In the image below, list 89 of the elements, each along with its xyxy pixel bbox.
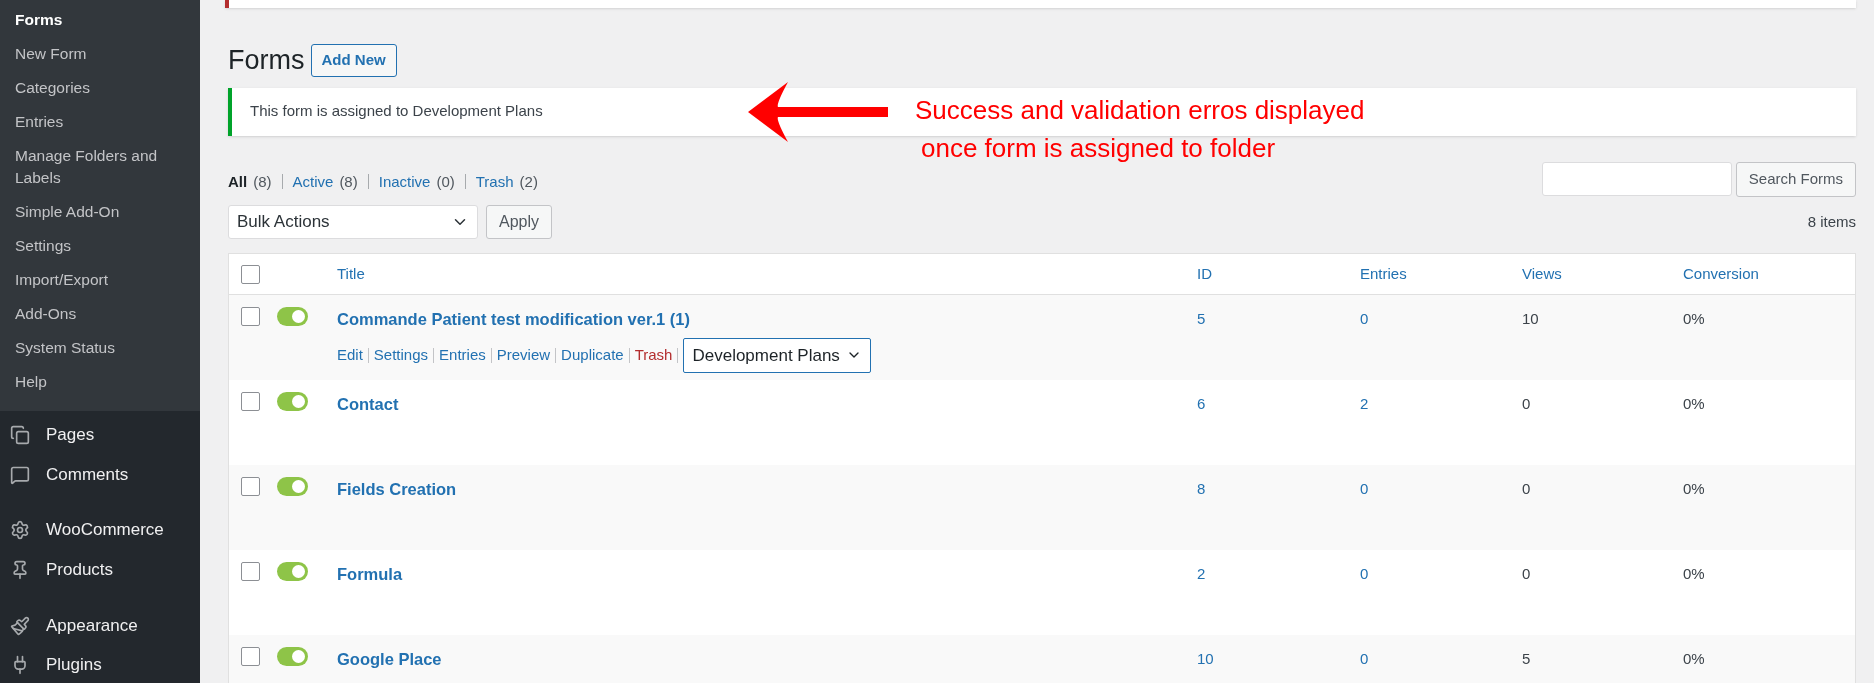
table-cell-text: 0%: [1683, 479, 1706, 499]
column-header[interactable]: Views: [1522, 262, 1562, 286]
search-field[interactable]: [1541, 162, 1732, 196]
checkbox[interactable]: [241, 392, 260, 411]
annotation-text: once form is assigned to folder: [920, 132, 1277, 165]
sidebar-subitem[interactable]: Simple Add-On: [0, 195, 200, 229]
table-cell-text: 0: [1360, 649, 1370, 669]
sidebar-subitem[interactable]: Add-Ons: [0, 297, 200, 331]
table-cell-text: 0%: [1683, 309, 1706, 329]
add-new-button[interactable]: Add New: [310, 43, 397, 77]
filter-link[interactable]: All: [228, 170, 248, 193]
toggle-switch[interactable]: [277, 562, 308, 581]
sidebar-item[interactable]: Comments: [46, 461, 129, 488]
page-title: Forms: [228, 44, 305, 77]
table-cell-text: 2: [1360, 394, 1370, 414]
sidebar-subitem[interactable]: Help: [0, 365, 200, 399]
sidebar-subitem[interactable]: Forms: [0, 3, 200, 37]
filter-link[interactable]: Trash: [475, 170, 514, 193]
column-header[interactable]: Conversion: [1683, 262, 1759, 286]
filter-link[interactable]: Active: [292, 170, 334, 193]
filter-link[interactable]: Inactive: [378, 170, 431, 193]
speech-bubble-icon: [10, 464, 30, 485]
checkbox[interactable]: [241, 477, 260, 496]
table-cell-text: 0%: [1683, 564, 1706, 584]
checkbox[interactable]: [241, 307, 260, 326]
sidebar-subitem[interactable]: System Status: [0, 331, 200, 365]
table-cell-text: 8: [1197, 479, 1207, 499]
table-cell-text: 10: [1522, 309, 1540, 329]
column-header[interactable]: ID: [1197, 262, 1212, 286]
table-cell-text: 0: [1360, 564, 1370, 584]
table-cell-text: 2: [1197, 564, 1207, 584]
form-title-link[interactable]: Google Place: [337, 647, 442, 672]
bulk-actions-select[interactable]: Bulk Actions: [228, 205, 478, 239]
sidebar-item[interactable]: Plugins: [46, 652, 102, 678]
sidebar-subitem[interactable]: Manage Folders and Labels: [0, 139, 200, 195]
notice-text: This form is assigned to Development Plans: [250, 101, 543, 122]
filter-count: (8): [339, 171, 358, 192]
checkbox[interactable]: [241, 647, 260, 666]
paintbrush-icon: [10, 615, 30, 636]
toggle-switch[interactable]: [277, 307, 308, 326]
toggle-switch[interactable]: [277, 647, 308, 666]
filter-count: (0): [436, 171, 455, 192]
apply-button[interactable]: Apply: [486, 205, 553, 239]
table-cell-text: 0: [1522, 564, 1532, 584]
form-title-link[interactable]: Commande Patient test modification ver.1 (1): [337, 307, 690, 332]
sidebar-subitem[interactable]: New Form: [0, 37, 200, 71]
item-count: 8 items: [1807, 211, 1856, 232]
sidebar-subitem[interactable]: Entries: [0, 105, 200, 139]
pin-icon: [10, 559, 30, 580]
toggle-switch[interactable]: [277, 392, 308, 411]
table-cell-text: 0%: [1683, 649, 1706, 669]
sidebar-item[interactable]: Pages: [46, 422, 95, 448]
row-action-link[interactable]: Duplicate: [561, 344, 624, 367]
checkbox[interactable]: [241, 264, 260, 284]
table-cell-text: 0: [1360, 309, 1370, 329]
sidebar-subitem[interactable]: Categories: [0, 71, 200, 105]
table-cell-text: 6: [1197, 394, 1207, 414]
table-cell-text: 5: [1522, 649, 1532, 669]
table-cell-text: 5: [1197, 309, 1207, 329]
form-title-link[interactable]: Formula: [337, 562, 403, 587]
row-action-link[interactable]: Entries: [439, 344, 486, 367]
table-cell-text: 0: [1360, 479, 1370, 499]
arrow-icon: [748, 82, 888, 142]
row-action-link[interactable]: Edit: [337, 344, 363, 367]
row-action-link[interactable]: Preview: [496, 344, 551, 367]
checkbox[interactable]: [241, 562, 260, 581]
form-title-link[interactable]: Fields Creation: [337, 477, 457, 502]
sidebar-subitem[interactable]: Settings: [0, 229, 200, 263]
toggle-switch[interactable]: [277, 477, 308, 496]
pages-icon: [10, 424, 30, 445]
row-action-link[interactable]: Settings: [373, 344, 429, 367]
gear-icon: [10, 520, 30, 541]
sidebar-item[interactable]: WooCommerce: [46, 517, 164, 543]
column-header[interactable]: Title: [337, 262, 365, 286]
table-cell-text: 10: [1197, 649, 1215, 669]
column-header[interactable]: Entries: [1360, 262, 1407, 286]
filter-count: (2): [519, 171, 538, 192]
folder-select[interactable]: Development Plans: [683, 337, 871, 373]
table-cell-text: 0%: [1683, 394, 1706, 414]
sidebar-subitem[interactable]: Import/Export: [0, 263, 200, 297]
search-forms-button[interactable]: Search Forms: [1735, 161, 1856, 197]
sidebar-item[interactable]: Appearance: [46, 612, 138, 639]
annotation-text: Success and validation erros displayed: [915, 94, 1365, 127]
filter-count: (8): [253, 171, 272, 192]
form-title-link[interactable]: Contact: [337, 392, 399, 417]
table-cell-text: 0: [1522, 394, 1532, 414]
row-action-link[interactable]: Trash: [634, 344, 673, 367]
sidebar-item[interactable]: Products: [46, 557, 114, 583]
table-cell-text: 0: [1522, 479, 1532, 499]
